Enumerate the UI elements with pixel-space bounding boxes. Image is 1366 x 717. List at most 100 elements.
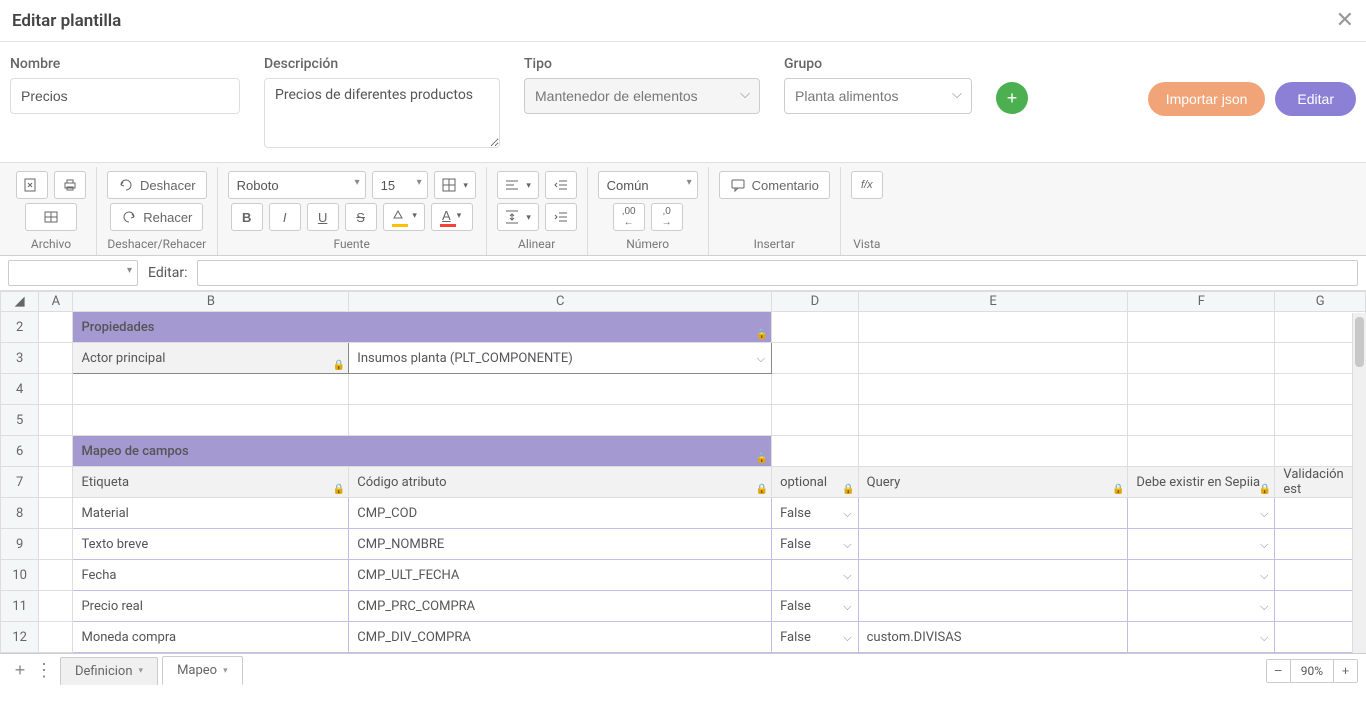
chevron-down-icon[interactable]: ⌵: [843, 631, 851, 645]
cell[interactable]: [39, 467, 73, 498]
view-formulas-icon[interactable]: f/x: [851, 171, 883, 199]
bold-button[interactable]: B: [231, 203, 263, 231]
cell-col-codigo[interactable]: Código atributo🔒: [349, 467, 772, 498]
cell[interactable]: [73, 405, 349, 436]
zoom-in-button[interactable]: +: [1333, 660, 1357, 682]
row-header[interactable]: 2: [1, 312, 39, 343]
underline-button[interactable]: U: [307, 203, 339, 231]
group-select[interactable]: Planta alimentos: [784, 78, 972, 114]
cell[interactable]: [1128, 436, 1275, 467]
row-header[interactable]: 10: [1, 560, 39, 591]
cell-actor-label[interactable]: Actor principal🔒: [73, 343, 349, 374]
add-sheet-button[interactable]: +: [8, 659, 32, 683]
row-header[interactable]: 9: [1, 529, 39, 560]
select-all-cell[interactable]: ◢: [1, 292, 39, 312]
row-header[interactable]: 8: [1, 498, 39, 529]
cell[interactable]: [39, 374, 73, 405]
col-header-G[interactable]: G: [1275, 292, 1366, 312]
col-header-C[interactable]: C: [349, 292, 772, 312]
edit-button[interactable]: Editar: [1275, 82, 1356, 116]
number-format-select[interactable]: Común: [598, 171, 698, 199]
cell[interactable]: [39, 498, 73, 529]
chevron-down-icon[interactable]: ⌵: [1260, 538, 1268, 552]
cell[interactable]: ⌵: [772, 560, 859, 591]
tab-mapeo[interactable]: Mapeo▾: [162, 656, 243, 685]
cell[interactable]: [858, 498, 1128, 529]
valign-icon[interactable]: ▾: [497, 203, 539, 231]
row-header[interactable]: 6: [1, 436, 39, 467]
cell[interactable]: ⌵: [1128, 591, 1275, 622]
zoom-out-button[interactable]: −: [1267, 660, 1291, 682]
sheet-menu-button[interactable]: ⋮: [32, 659, 56, 683]
print-icon[interactable]: [54, 171, 86, 199]
chevron-down-icon[interactable]: ⌵: [1260, 631, 1268, 645]
cell[interactable]: [349, 374, 772, 405]
cell[interactable]: [1128, 312, 1275, 343]
cell-col-sepiia[interactable]: Debe existir en Sepiia🔒: [1128, 467, 1275, 498]
cell-col-optional[interactable]: optional🔒: [772, 467, 859, 498]
chevron-down-icon[interactable]: ⌵: [843, 600, 851, 614]
cell[interactable]: ⌵: [1128, 529, 1275, 560]
cell[interactable]: [858, 436, 1128, 467]
cell[interactable]: [772, 405, 859, 436]
indent-decrease-icon[interactable]: [545, 171, 577, 199]
cell[interactable]: [858, 374, 1128, 405]
borders-icon[interactable]: ▾: [434, 171, 476, 199]
italic-button[interactable]: I: [269, 203, 301, 231]
comment-button[interactable]: Comentario: [719, 171, 830, 199]
cell[interactable]: False⌵: [772, 622, 859, 653]
export-excel-icon[interactable]: [16, 171, 48, 199]
cell[interactable]: [1128, 405, 1275, 436]
cell[interactable]: Fecha: [73, 560, 349, 591]
col-header-B[interactable]: B: [73, 292, 349, 312]
col-header-F[interactable]: F: [1128, 292, 1275, 312]
undo-button[interactable]: Deshacer: [107, 171, 207, 199]
cell-properties-header[interactable]: Propiedades🔒: [73, 312, 772, 343]
cell[interactable]: [39, 312, 73, 343]
cell[interactable]: [858, 343, 1128, 374]
cell[interactable]: [39, 343, 73, 374]
cell[interactable]: ⌵: [1128, 622, 1275, 653]
cell[interactable]: [39, 529, 73, 560]
cell[interactable]: [39, 591, 73, 622]
cell-mapeo-header[interactable]: Mapeo de campos🔒: [73, 436, 772, 467]
fill-color-button[interactable]: ▾: [383, 203, 425, 231]
cell[interactable]: CMP_ULT_FECHA: [349, 560, 772, 591]
cell[interactable]: [772, 436, 859, 467]
cell-col-etiqueta[interactable]: Etiqueta🔒: [73, 467, 349, 498]
cell[interactable]: CMP_COD: [349, 498, 772, 529]
cell[interactable]: [39, 622, 73, 653]
cell-col-query[interactable]: Query🔒: [858, 467, 1128, 498]
font-family-select[interactable]: Roboto: [228, 171, 366, 199]
cell[interactable]: [39, 436, 73, 467]
cell[interactable]: [858, 529, 1128, 560]
import-json-button[interactable]: Importar json: [1148, 82, 1266, 116]
redo-button[interactable]: Rehacer: [110, 203, 203, 231]
row-header[interactable]: 4: [1, 374, 39, 405]
cell[interactable]: [858, 405, 1128, 436]
decimal-decrease-icon[interactable]: ,00←: [613, 203, 645, 231]
cell[interactable]: [1128, 374, 1275, 405]
chevron-down-icon[interactable]: ⌵: [1260, 569, 1268, 583]
cell[interactable]: [1128, 343, 1275, 374]
chevron-down-icon[interactable]: ⌵: [1260, 507, 1268, 521]
cell[interactable]: Material: [73, 498, 349, 529]
cell[interactable]: Moneda compra: [73, 622, 349, 653]
cell[interactable]: Precio real: [73, 591, 349, 622]
cell[interactable]: False⌵: [772, 591, 859, 622]
cell[interactable]: [349, 405, 772, 436]
type-select[interactable]: Mantenedor de elementos: [524, 78, 760, 114]
desc-textarea[interactable]: [264, 78, 500, 148]
cell[interactable]: [858, 560, 1128, 591]
chevron-down-icon[interactable]: ⌵: [1260, 600, 1268, 614]
close-icon[interactable]: ✕: [1336, 8, 1354, 33]
cell[interactable]: [772, 312, 859, 343]
row-header[interactable]: 12: [1, 622, 39, 653]
indent-increase-icon[interactable]: [545, 203, 577, 231]
row-header[interactable]: 3: [1, 343, 39, 374]
cell[interactable]: CMP_NOMBRE: [349, 529, 772, 560]
tab-definicion[interactable]: Definicion▾: [60, 657, 158, 685]
text-color-button[interactable]: A▾: [431, 203, 473, 231]
strike-button[interactable]: S: [345, 203, 377, 231]
cell[interactable]: custom.DIVISAS: [858, 622, 1128, 653]
